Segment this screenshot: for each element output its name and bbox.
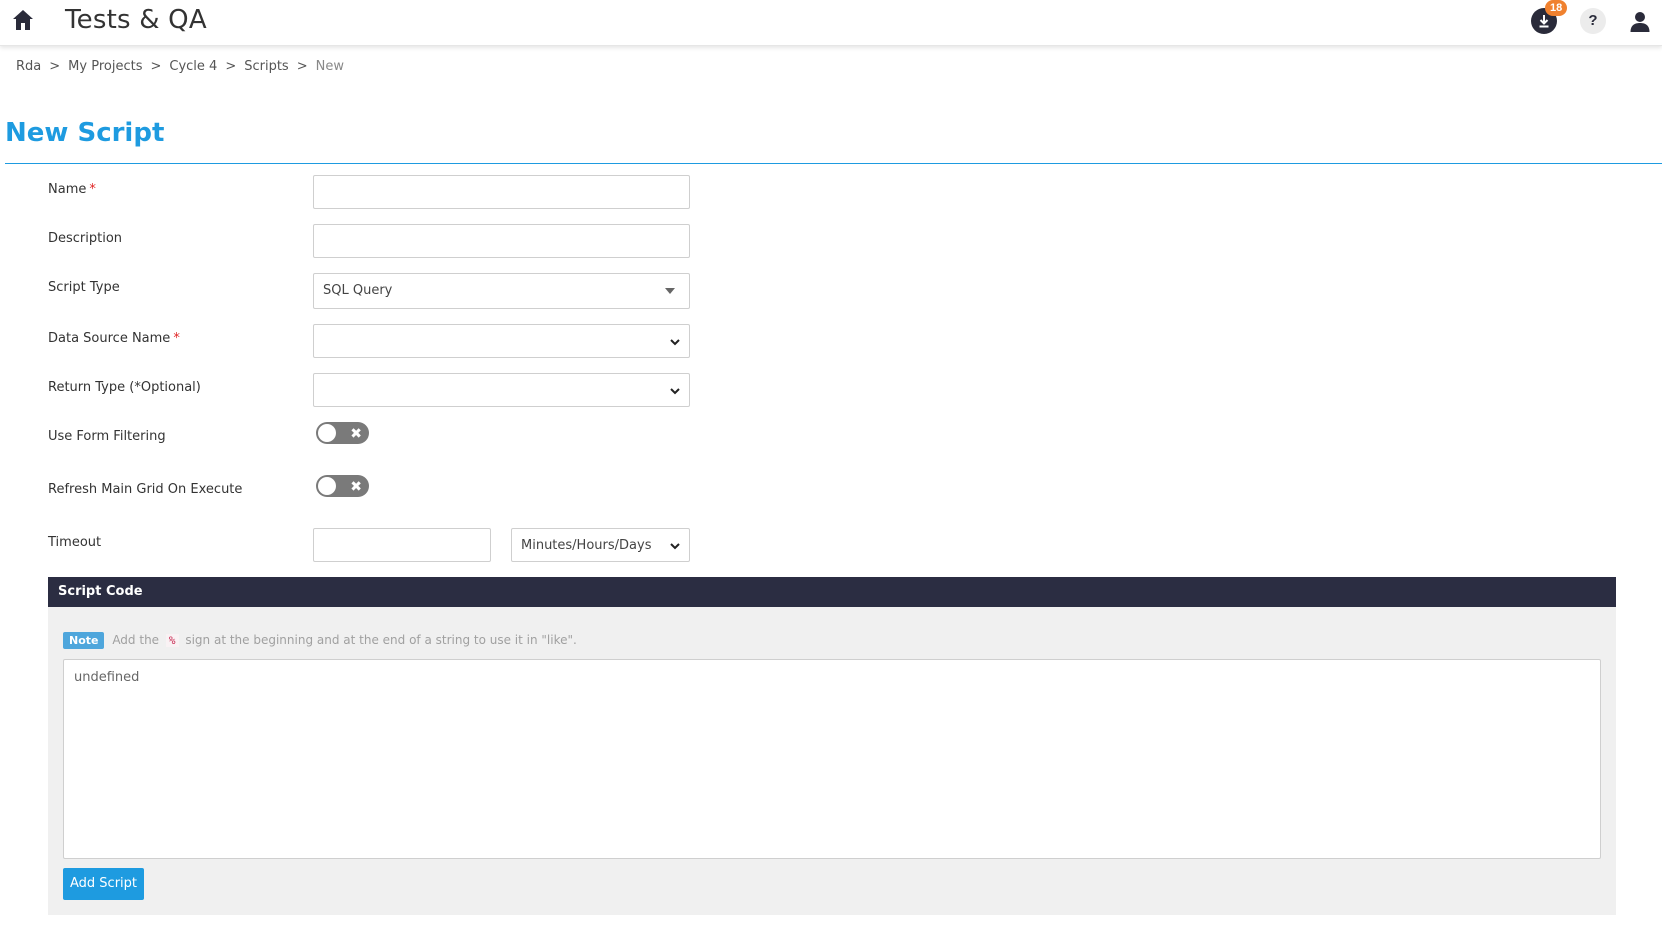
required-mark: * (89, 182, 96, 197)
data-source-select[interactable] (313, 324, 690, 358)
breadcrumb-separator: > (49, 59, 61, 74)
timeout-label: Timeout (48, 535, 102, 550)
timeout-unit-select[interactable]: Minutes/Hours/Days (511, 528, 690, 562)
script-type-label: Script Type (48, 280, 120, 295)
chevron-down-icon (670, 339, 680, 346)
app-title: Tests & QA (65, 5, 207, 35)
title-divider (5, 163, 1662, 164)
download-button[interactable]: 18 (1531, 0, 1568, 34)
name-input[interactable] (313, 175, 690, 209)
refresh-grid-label: Refresh Main Grid On Execute (48, 482, 243, 497)
form-filtering-toggle[interactable]: ✖ (316, 422, 369, 444)
breadcrumb-cycle[interactable]: Cycle 4 (169, 59, 217, 74)
description-label: Description (48, 231, 123, 246)
toggle-knob (318, 424, 336, 442)
breadcrumb-scripts[interactable]: Scripts (244, 59, 288, 74)
form-filtering-label: Use Form Filtering (48, 429, 166, 444)
close-icon: ✖ (350, 425, 362, 441)
required-mark: * (173, 331, 180, 346)
home-icon[interactable] (11, 8, 35, 32)
add-script-button[interactable]: Add Script (63, 868, 145, 900)
chevron-down-icon (670, 388, 680, 395)
help-button[interactable]: ? (1580, 8, 1606, 34)
note-text-before: Add the (112, 633, 160, 647)
breadcrumb-current: New (315, 59, 344, 74)
script-type-value: SQL Query (323, 283, 393, 298)
breadcrumb-my-projects[interactable]: My Projects (68, 59, 142, 74)
breadcrumb-separator: > (296, 59, 308, 74)
script-code-editor[interactable]: undefined (63, 659, 1601, 859)
top-bar: Tests & QA 18 ? (0, 0, 1662, 46)
breadcrumb-separator: > (150, 59, 162, 74)
user-icon (1630, 12, 1650, 32)
page-title: New Script (5, 118, 165, 148)
script-code-header: Script Code (48, 577, 1616, 607)
script-type-select[interactable]: SQL Query (313, 273, 690, 309)
notification-badge: 18 (1545, 0, 1568, 16)
description-input[interactable] (313, 224, 690, 258)
help-icon: ? (1588, 12, 1598, 29)
breadcrumb-separator: > (225, 59, 237, 74)
timeout-input[interactable] (313, 528, 491, 562)
toggle-knob (318, 477, 336, 495)
data-source-label: Data Source Name * (48, 331, 180, 346)
breadcrumb-rda[interactable]: Rda (16, 59, 41, 74)
refresh-grid-toggle[interactable]: ✖ (316, 475, 369, 497)
user-button[interactable] (1627, 8, 1653, 34)
data-source-label-text: Data Source Name (48, 331, 171, 346)
return-type-label: Return Type (*Optional) (48, 380, 201, 395)
note-text-after: sign at the beginning and at the end of … (185, 633, 577, 647)
note-line: Note Add the % sign at the beginning and… (63, 632, 577, 649)
name-label-text: Name (48, 182, 87, 197)
name-label: Name * (48, 182, 96, 197)
return-type-select[interactable] (313, 373, 690, 407)
caret-down-icon (665, 288, 675, 294)
script-code-panel: Script Code Note Add the % sign at the b… (48, 577, 1616, 915)
timeout-unit-value: Minutes/Hours/Days (521, 538, 652, 553)
close-icon: ✖ (350, 478, 362, 494)
percent-symbol: % (165, 634, 179, 647)
note-badge: Note (63, 632, 105, 649)
breadcrumb: Rda > My Projects > Cycle 4 > Scripts > New (16, 59, 344, 74)
chevron-down-icon (670, 543, 680, 550)
